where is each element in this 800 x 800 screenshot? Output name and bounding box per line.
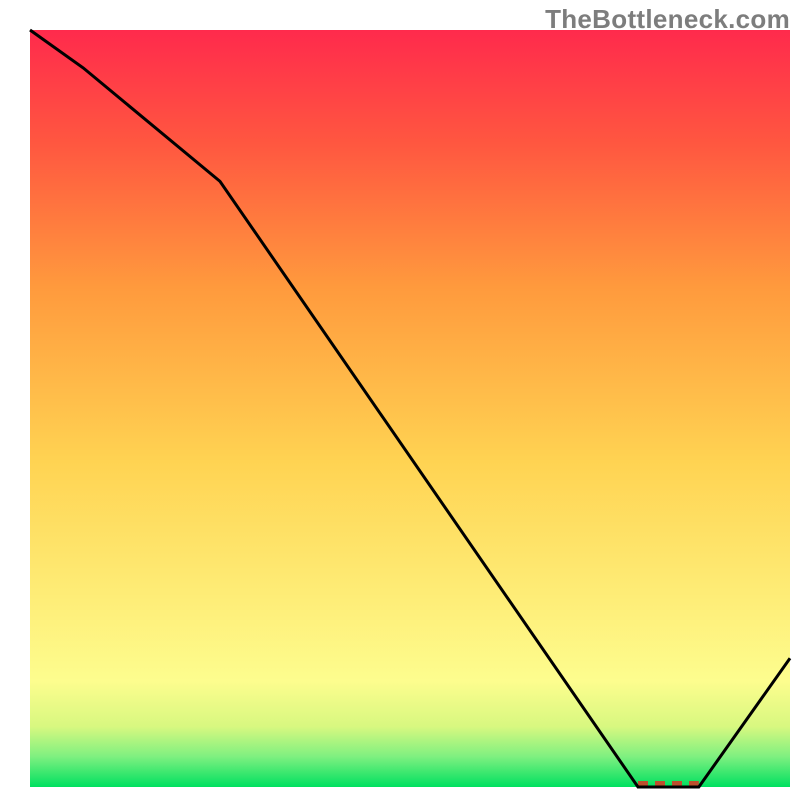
chart-stage: TheBottleneck.com — [0, 0, 800, 800]
bottleneck-chart — [0, 0, 800, 800]
gradient-background — [30, 30, 790, 787]
